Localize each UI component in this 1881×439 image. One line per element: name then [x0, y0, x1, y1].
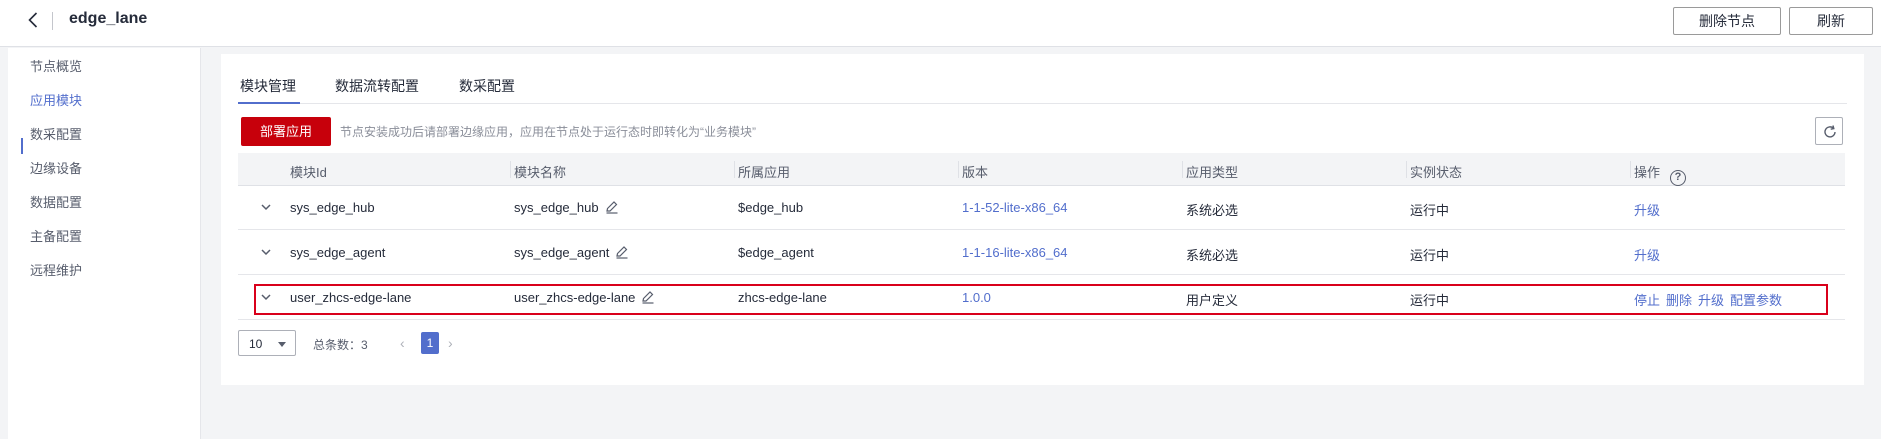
chevron-left-icon[interactable]: ‹: [400, 335, 405, 351]
sidebar-item-app-modules[interactable]: 应用模块: [30, 90, 82, 109]
page-number-current[interactable]: 1: [421, 332, 439, 354]
sidebar-item-data-config[interactable]: 数据配置: [30, 192, 82, 211]
sidebar-item-remote-maintenance[interactable]: 远程维护: [30, 260, 82, 279]
sidebar-item-node-overview[interactable]: 节点概览: [30, 56, 82, 75]
stop-link[interactable]: 停止: [1634, 293, 1660, 308]
top-bar: edge_lane 删除节点 刷新: [0, 0, 1881, 47]
configure-params-link[interactable]: 配置参数: [1730, 293, 1782, 308]
expand-chevron-down-icon[interactable]: [260, 291, 272, 306]
deploy-app-button[interactable]: 部署应用: [241, 117, 331, 146]
cell-operations: 停止 删除 升级 配置参数: [1634, 290, 1788, 309]
help-icon[interactable]: ?: [1670, 170, 1687, 186]
cell-module-id: sys_edge_agent: [290, 245, 386, 260]
tab-data-collection-config[interactable]: 数采配置: [459, 76, 515, 96]
column-header-instance-status: 实例状态: [1410, 165, 1463, 180]
cell-app: $edge_hub: [738, 200, 804, 215]
pencil-icon[interactable]: [641, 290, 655, 307]
pencil-icon[interactable]: [605, 200, 619, 217]
cell-module-name: user_zhcs-edge-lane: [514, 290, 655, 307]
table-row: sys_edge_hub sys_edge_hub $edge_hub 1-1-…: [238, 186, 1845, 230]
sidebar: 节点概览 应用模块 数采配置 边缘设备 数据配置 主备配置 远程维护: [8, 48, 201, 439]
cell-status: 运行中: [1410, 248, 1450, 263]
column-header-app: 所属应用: [738, 165, 791, 180]
back-icon[interactable]: [24, 10, 44, 30]
caret-down-icon: [278, 342, 286, 347]
page-title: edge_lane: [69, 10, 148, 27]
tab-module-management[interactable]: 模块管理: [240, 76, 296, 96]
module-name-text: user_zhcs-edge-lane: [514, 290, 636, 305]
module-name-text: sys_edge_agent: [514, 245, 610, 260]
column-separator: [1182, 161, 1183, 178]
cell-app-type: 系统必选: [1186, 203, 1239, 218]
deploy-hint-text: 节点安装成功后请部署边缘应用，应用在节点处于运行态时即转化为“业务模块”: [340, 125, 756, 139]
cell-operations: 升级: [1634, 200, 1666, 219]
page-size-select[interactable]: 10: [238, 330, 296, 356]
pagination: 10 总条数：3 ‹ 1 ›: [238, 330, 638, 356]
operations-label: 操作: [1634, 165, 1661, 180]
column-header-module-id: 模块Id: [290, 165, 327, 180]
expand-chevron-down-icon[interactable]: [260, 201, 272, 216]
cell-version-link[interactable]: 1-1-52-lite-x86_64: [962, 200, 1068, 215]
cell-module-name: sys_edge_agent: [514, 245, 629, 262]
delete-node-button[interactable]: 删除节点: [1673, 7, 1781, 35]
tabs-divider: [238, 103, 1847, 104]
upgrade-link[interactable]: 升级: [1634, 248, 1660, 263]
active-tab-underline: [238, 102, 300, 104]
column-separator: [734, 161, 735, 178]
sidebar-active-indicator: [21, 138, 23, 154]
module-name-text: sys_edge_hub: [514, 200, 599, 215]
sidebar-item-data-collection[interactable]: 数采配置: [30, 124, 82, 143]
cell-module-name: sys_edge_hub: [514, 200, 619, 217]
sidebar-item-edge-devices[interactable]: 边缘设备: [30, 158, 82, 177]
column-separator: [1406, 161, 1407, 178]
cell-status: 运行中: [1410, 203, 1450, 218]
table-header: 模块Id 模块名称 所属应用 版本 应用类型 实例状态 操作?: [238, 153, 1845, 186]
cell-app: zhcs-edge-lane: [738, 290, 827, 305]
cell-version-link[interactable]: 1.0.0: [962, 290, 991, 305]
total-count: 总条数：3: [313, 338, 368, 352]
refresh-list-button[interactable]: [1815, 117, 1843, 145]
refresh-button[interactable]: 刷新: [1789, 7, 1873, 35]
cell-version-link[interactable]: 1-1-16-lite-x86_64: [962, 245, 1068, 260]
column-header-module-name: 模块名称: [514, 165, 567, 180]
chevron-right-icon[interactable]: ›: [448, 335, 453, 351]
column-header-app-type: 应用类型: [1186, 165, 1239, 180]
column-separator: [1630, 161, 1631, 178]
upgrade-link[interactable]: 升级: [1698, 293, 1724, 308]
cell-module-id: sys_edge_hub: [290, 200, 375, 215]
cell-app: $edge_agent: [738, 245, 814, 260]
page-size-value: 10: [249, 337, 263, 351]
delete-link[interactable]: 删除: [1666, 293, 1692, 308]
table-row: user_zhcs-edge-lane user_zhcs-edge-lane …: [238, 276, 1845, 320]
table-row: sys_edge_agent sys_edge_agent $edge_agen…: [238, 231, 1845, 275]
column-header-version: 版本: [962, 165, 989, 180]
sidebar-item-ha-config[interactable]: 主备配置: [30, 226, 82, 245]
cell-status: 运行中: [1410, 293, 1450, 308]
pencil-icon[interactable]: [615, 245, 629, 262]
column-separator: [958, 161, 959, 178]
cell-operations: 升级: [1634, 245, 1666, 264]
upgrade-link[interactable]: 升级: [1634, 203, 1660, 218]
cell-module-id: user_zhcs-edge-lane: [290, 290, 412, 305]
title-divider: [52, 12, 53, 30]
column-header-operations: 操作?: [1634, 162, 1687, 186]
main-panel: 模块管理 数据流转配置 数采配置 部署应用 节点安装成功后请部署边缘应用，应用在…: [221, 54, 1864, 385]
expand-chevron-down-icon[interactable]: [260, 246, 272, 261]
column-separator: [510, 161, 511, 178]
cell-app-type: 用户定义: [1186, 293, 1239, 308]
cell-app-type: 系统必选: [1186, 248, 1239, 263]
tab-data-flow-config[interactable]: 数据流转配置: [335, 76, 419, 96]
